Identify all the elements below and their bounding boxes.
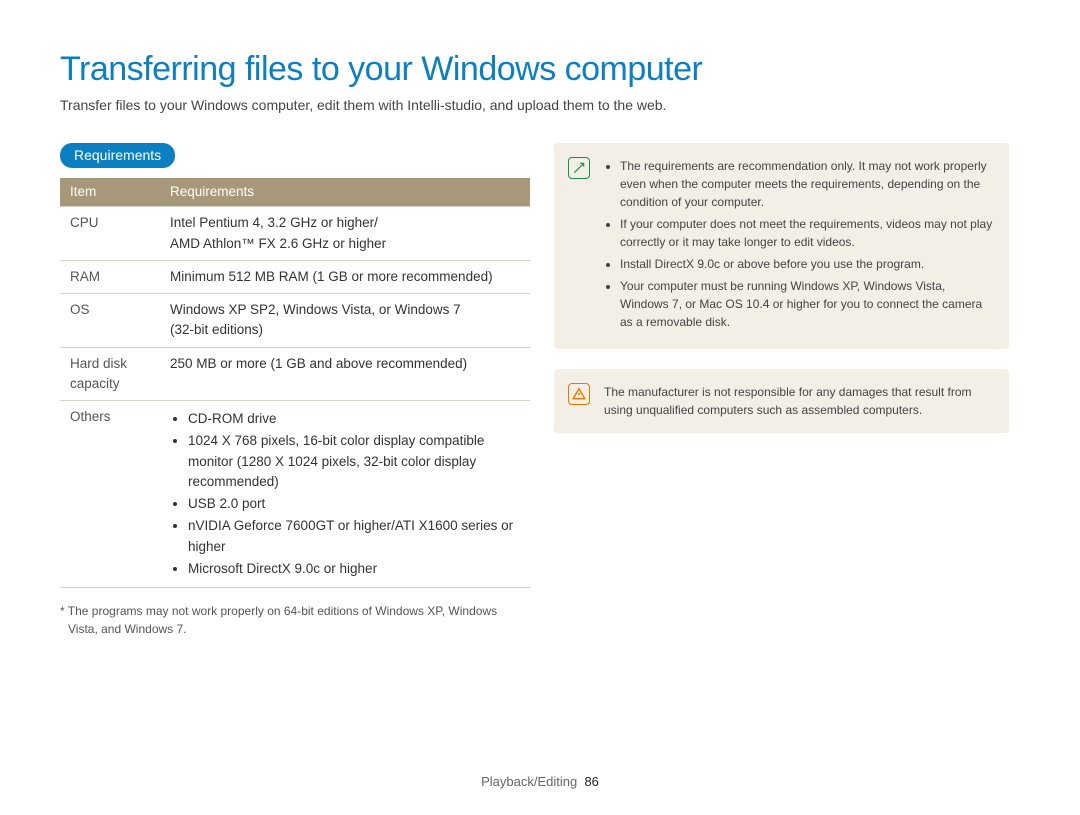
cell-label: Others [60, 401, 160, 588]
table-row: CPU Intel Pentium 4, 3.2 GHz or higher/ … [60, 207, 530, 261]
cell-label: OS [60, 294, 160, 348]
list-item: Your computer must be running Windows XP… [620, 277, 993, 331]
cell-label: Hard disk capacity [60, 347, 160, 401]
table-row: Others CD-ROM drive 1024 X 768 pixels, 1… [60, 401, 530, 588]
table-row: Hard disk capacity 250 MB or more (1 GB … [60, 347, 530, 401]
warning-note: The manufacturer is not responsible for … [554, 369, 1009, 433]
footer-section: Playback/Editing [481, 774, 577, 789]
footer-page-number: 86 [584, 774, 598, 789]
cell-value: CD-ROM drive 1024 X 768 pixels, 16-bit c… [160, 401, 530, 588]
list-item: The requirements are recommendation only… [620, 157, 993, 211]
list-item: USB 2.0 port [188, 494, 520, 514]
page-subtitle: Transfer files to your Windows computer,… [60, 97, 1020, 113]
list-item: CD-ROM drive [188, 409, 520, 429]
warning-icon [568, 383, 590, 405]
cell-label: CPU [60, 207, 160, 261]
list-item: Microsoft DirectX 9.0c or higher [188, 559, 520, 579]
table-row: OS Windows XP SP2, Windows Vista, or Win… [60, 294, 530, 348]
list-item: If your computer does not meet the requi… [620, 215, 993, 251]
warning-text: The manufacturer is not responsible for … [604, 385, 972, 417]
cell-value: Intel Pentium 4, 3.2 GHz or higher/ AMD … [160, 207, 530, 261]
cell-value: 250 MB or more (1 GB and above recommend… [160, 347, 530, 401]
requirements-heading: Requirements [60, 143, 175, 168]
cell-value: Minimum 512 MB RAM (1 GB or more recomme… [160, 260, 530, 293]
requirements-table: Item Requirements CPU Intel Pentium 4, 3… [60, 178, 530, 588]
th-requirements: Requirements [160, 178, 530, 207]
th-item: Item [60, 178, 160, 207]
cell-label: RAM [60, 260, 160, 293]
list-item: 1024 X 768 pixels, 16-bit color display … [188, 431, 520, 492]
info-icon [568, 157, 590, 179]
page-title: Transferring files to your Windows compu… [60, 50, 1020, 89]
right-column: The requirements are recommendation only… [554, 143, 1009, 638]
list-item: Install DirectX 9.0c or above before you… [620, 255, 993, 273]
cell-value: Windows XP SP2, Windows Vista, or Window… [160, 294, 530, 348]
info-note: The requirements are recommendation only… [554, 143, 1009, 349]
list-item: nVIDIA Geforce 7600GT or higher/ATI X160… [188, 516, 520, 557]
page-footer: Playback/Editing 86 [0, 774, 1080, 789]
left-column: Requirements Item Requirements CPU Intel… [60, 143, 530, 638]
table-row: RAM Minimum 512 MB RAM (1 GB or more rec… [60, 260, 530, 293]
footnote: * The programs may not work properly on … [60, 602, 530, 638]
